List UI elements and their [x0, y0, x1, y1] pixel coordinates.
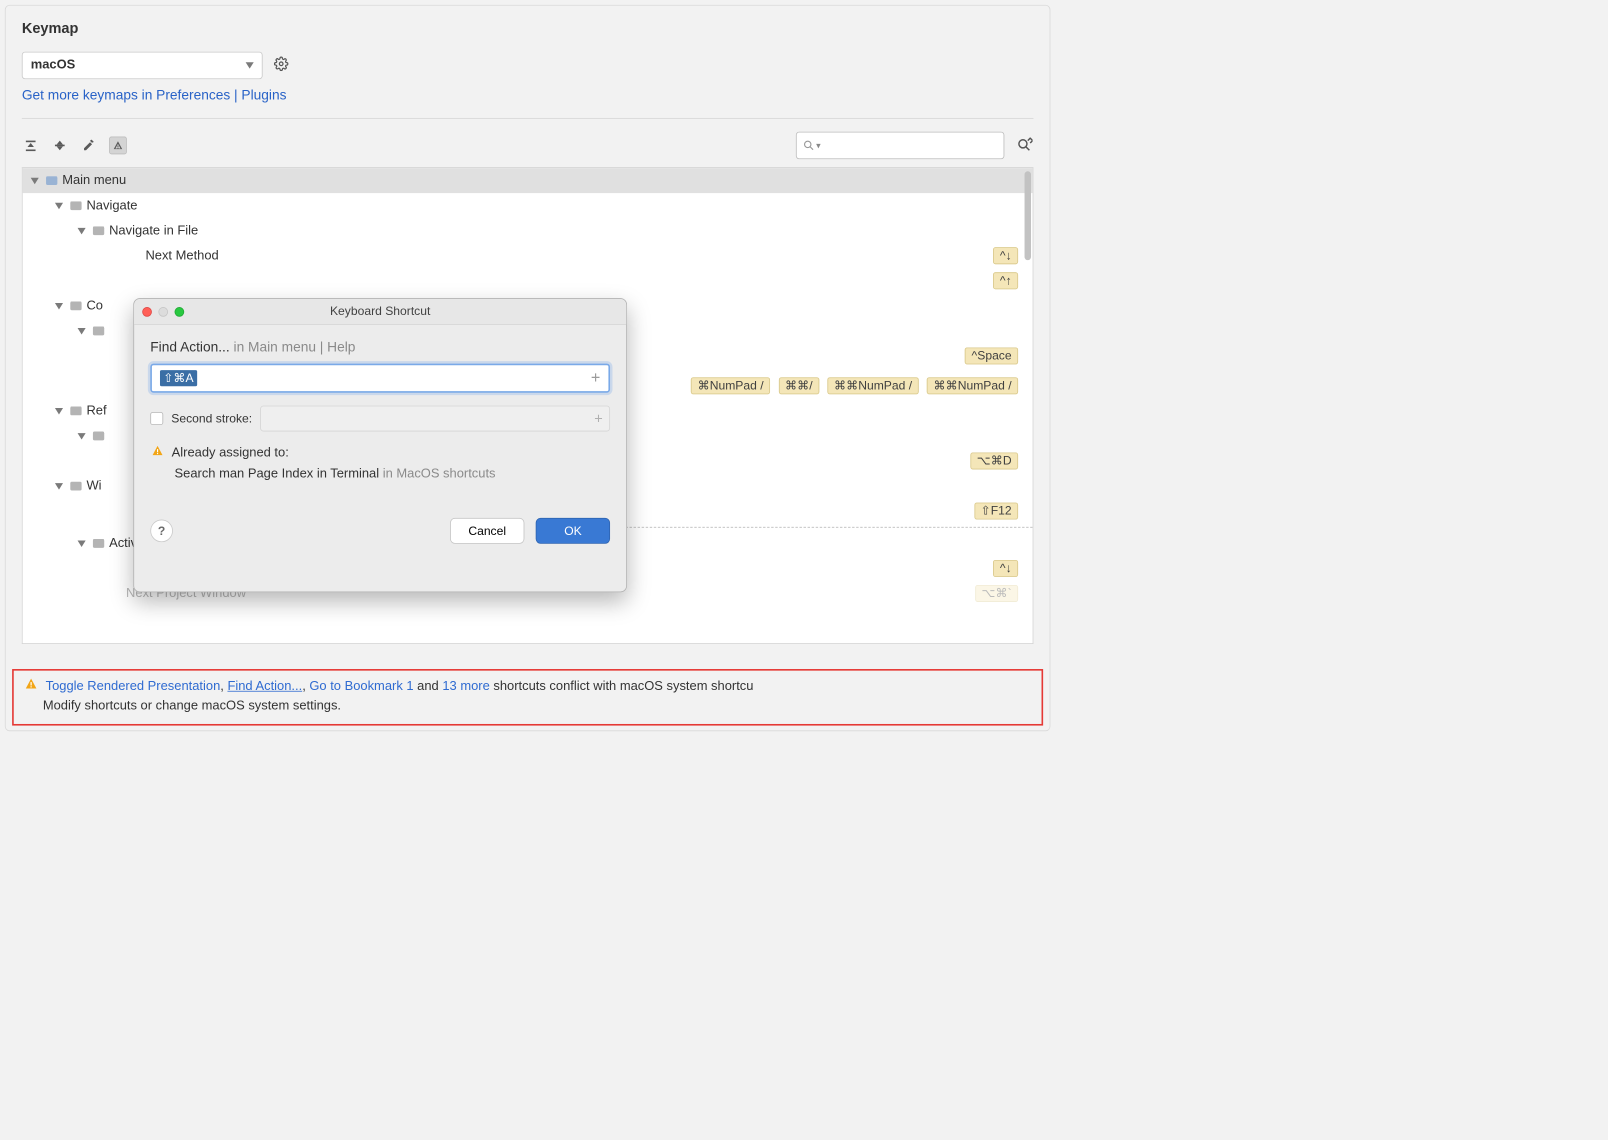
folder-icon — [70, 301, 81, 310]
warning-filter-icon[interactable] — [109, 137, 127, 155]
folder-icon — [70, 482, 81, 491]
shortcut-badge: ^Space — [965, 347, 1018, 364]
page-title: Keymap — [22, 20, 1034, 37]
first-stroke-input[interactable]: ⇧⌘A + — [150, 364, 610, 393]
shortcut-badge: ^↓ — [993, 560, 1018, 577]
shortcut-badge: ^↓ — [993, 247, 1018, 264]
get-more-keymaps-link[interactable]: Get more keymaps in Preferences | Plugin… — [22, 87, 1034, 103]
shortcut-badge: ⌘NumPad / — [691, 377, 770, 394]
keymap-selector-row: macOS — [22, 52, 1034, 79]
tree-node-navigate-in-file[interactable]: Navigate in File — [23, 218, 1033, 243]
ok-button[interactable]: OK — [536, 518, 610, 544]
chevron-down-icon — [246, 62, 254, 68]
tree-leaf-next-method[interactable]: Next Method ^↓ — [23, 243, 1033, 268]
keymap-dropdown[interactable]: macOS — [22, 52, 263, 79]
keyboard-shortcut-dialog: Keyboard Shortcut Find Action... in Main… — [133, 298, 627, 592]
conflict-link-2[interactable]: Find Action... — [227, 680, 302, 694]
shortcut-badge: ⌘⌘/ — [779, 377, 820, 394]
already-assigned-warning: Already assigned to: Search man Page Ind… — [150, 443, 610, 484]
shortcut-badge: ⌥⌘D — [970, 452, 1018, 469]
scrollbar[interactable] — [1025, 171, 1031, 260]
collapse-all-icon[interactable] — [51, 137, 69, 155]
dialog-title: Keyboard Shortcut — [134, 305, 626, 319]
shortcut-badge: ⌘⌘NumPad / — [828, 377, 919, 394]
folder-icon — [46, 176, 57, 185]
divider — [22, 118, 1034, 119]
help-icon[interactable]: ? — [150, 520, 173, 543]
cancel-button[interactable]: Cancel — [450, 518, 525, 544]
folder-icon — [70, 406, 81, 415]
warning-icon — [152, 446, 167, 460]
folder-icon — [70, 201, 81, 210]
warning-icon — [25, 680, 41, 694]
plus-icon[interactable]: + — [591, 369, 600, 388]
search-input[interactable]: ▾ — [796, 132, 1004, 159]
tree-node-main-menu[interactable]: Main menu — [23, 168, 1033, 193]
find-shortcut-icon[interactable] — [1016, 137, 1034, 155]
shortcut-badge: ⌥⌘` — [975, 585, 1018, 602]
plus-icon: + — [594, 410, 602, 427]
folder-icon — [93, 431, 104, 440]
conflict-more-link[interactable]: 13 more — [442, 680, 489, 694]
second-stroke-checkbox[interactable] — [150, 412, 163, 425]
conflict-link-1[interactable]: Toggle Rendered Presentation — [46, 680, 221, 694]
folder-icon — [93, 226, 104, 235]
pencil-icon[interactable] — [80, 137, 98, 155]
expand-all-icon[interactable] — [22, 137, 40, 155]
shortcut-badge: ⇧F12 — [974, 503, 1018, 520]
conflict-link-3[interactable]: Go to Bookmark 1 — [309, 680, 413, 694]
shortcut-badge: ⌘⌘NumPad / — [927, 377, 1018, 394]
dialog-action-label: Find Action... in Main menu | Help — [150, 339, 610, 355]
keymap-preferences-panel: Keymap macOS Get more keymaps in Prefere… — [5, 5, 1051, 731]
tree-leaf-prev-method[interactable]: ^↑ — [23, 268, 1033, 293]
tree-node-navigate[interactable]: Navigate — [23, 193, 1033, 218]
second-stroke-input: + — [260, 406, 610, 432]
shortcut-badge: ^↑ — [993, 272, 1018, 289]
keymap-toolbar: ▾ — [22, 128, 1034, 167]
conflict-warning-banner: Toggle Rendered Presentation, Find Actio… — [12, 669, 1043, 726]
folder-icon — [93, 326, 104, 335]
folder-icon — [93, 539, 104, 548]
keymap-dropdown-value: macOS — [31, 58, 76, 73]
gear-icon[interactable] — [274, 56, 289, 75]
second-stroke-label: Second stroke: — [171, 412, 252, 426]
